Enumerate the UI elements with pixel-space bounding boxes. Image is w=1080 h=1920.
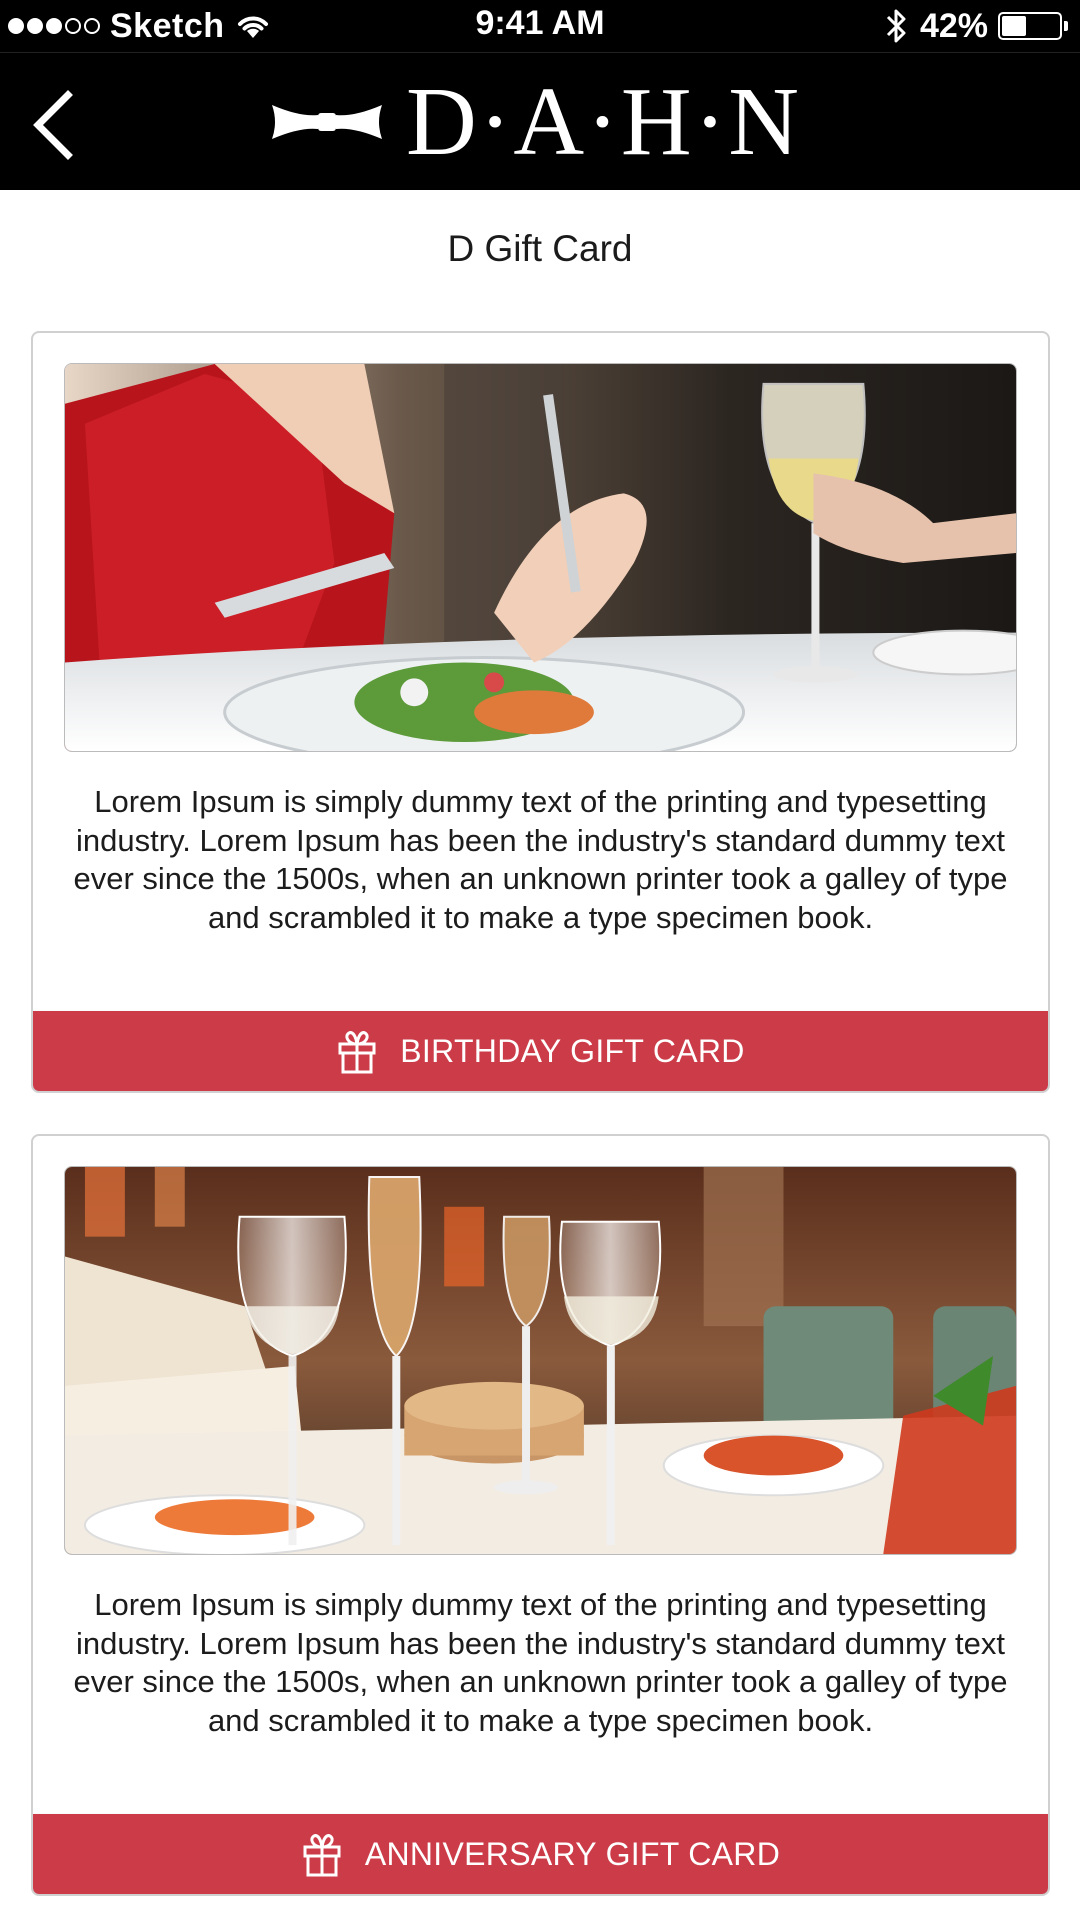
gift-icon — [338, 1031, 376, 1074]
card-image-restaurant — [64, 1166, 1017, 1555]
page-title: D Gift Card — [447, 228, 633, 269]
battery-percent: 42% — [919, 6, 988, 45]
gift-card-anniversary: Lorem Ipsum is simply dummy text of the … — [31, 1134, 1050, 1896]
back-button[interactable] — [24, 87, 84, 163]
gift-card-birthday: Lorem Ipsum is simply dummy text of the … — [31, 331, 1050, 1093]
brand-logo: D·A·H·N — [270, 68, 801, 176]
chevron-left-icon — [33, 90, 73, 160]
restaurant-photo — [65, 1167, 1016, 1554]
button-label: ANNIVERSARY GIFT CARD — [364, 1835, 781, 1872]
status-right: 42% — [882, 6, 1068, 46]
bluetooth-icon — [886, 9, 906, 43]
bowtie-icon — [272, 105, 382, 139]
status-bar: Sketch 9:41 AM 42% — [0, 0, 1080, 52]
birthday-gift-card-button[interactable]: BIRTHDAY GIFT CARD — [33, 1011, 1048, 1091]
gift-icon — [303, 1834, 341, 1877]
anniversary-gift-card-button[interactable]: ANNIVERSARY GIFT CARD — [33, 1814, 1048, 1894]
card-description: Lorem Ipsum is simply dummy text of the … — [73, 1587, 1008, 1738]
fine-dining-photo — [65, 364, 1016, 751]
battery-icon — [998, 12, 1068, 40]
card-image-fine-dining — [64, 363, 1017, 752]
battery-level — [1002, 16, 1026, 36]
brand-name: D·A·H·N — [406, 68, 801, 176]
card-description: Lorem Ipsum is simply dummy text of the … — [73, 784, 1008, 935]
button-label: BIRTHDAY GIFT CARD — [400, 1032, 745, 1069]
nav-bar: D·A·H·N — [0, 52, 1080, 190]
